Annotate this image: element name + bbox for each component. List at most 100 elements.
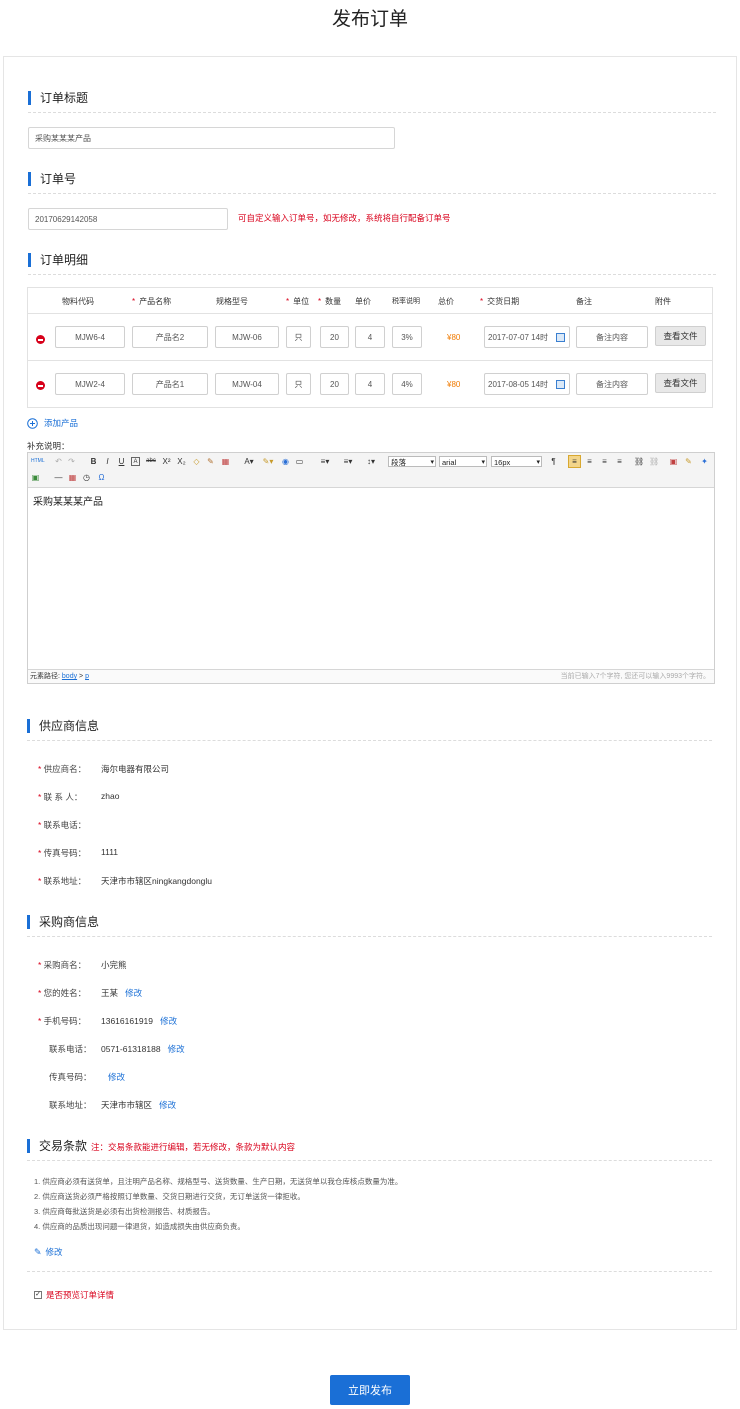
preview-checkbox[interactable]: ✓ (34, 1291, 42, 1299)
paragraph-select[interactable]: 段落 (388, 456, 436, 468)
row1-name-input[interactable]: 产品名2 (132, 326, 208, 348)
autotypeset-icon[interactable]: ▦ (221, 457, 230, 466)
row1-code-input[interactable]: MJW6-4 (55, 326, 125, 348)
edit-mobile-link[interactable]: 修改 (160, 1016, 177, 1026)
edit-terms-label: 修改 (45, 1247, 63, 1257)
link-icon[interactable]: ⛓ (634, 457, 644, 466)
subscript-icon[interactable]: X₂ (177, 457, 186, 466)
remove-row-icon[interactable] (36, 335, 45, 344)
supplier-fax-label: * 传真号码： (38, 848, 87, 858)
remove-row-icon[interactable] (36, 381, 45, 390)
section-title-order-no: 订单号 (28, 172, 76, 186)
undo-icon[interactable]: ↶ (54, 457, 63, 466)
divider (27, 740, 712, 741)
redo-icon[interactable]: ↷ (67, 457, 76, 466)
row2-unit-input[interactable]: 只 (286, 373, 311, 395)
calendar-icon[interactable] (556, 333, 565, 342)
align-left-icon[interactable]: ≡ (568, 455, 581, 468)
edit-person-link[interactable]: 修改 (125, 988, 142, 998)
italic-icon[interactable]: I (103, 457, 112, 466)
row2-note-input[interactable]: 备注内容 (576, 373, 648, 395)
order-title-input[interactable]: 采购某某某产品 (28, 127, 395, 149)
row2-spec-input[interactable]: MJW-04 (215, 373, 279, 395)
attachment-icon[interactable]: ✦ (700, 457, 709, 466)
row2-view-file-button[interactable]: 查看文件 (655, 373, 706, 393)
buyer-person-label: * 您的姓名： (38, 988, 87, 998)
font-color-icon[interactable]: A▾ (242, 457, 256, 466)
row2-name-input[interactable]: 产品名1 (132, 373, 208, 395)
divider (27, 1160, 712, 1161)
row1-unit-input[interactable]: 只 (286, 326, 311, 348)
special-char-icon[interactable]: Ω (97, 473, 106, 482)
align-center-icon[interactable]: ≡ (585, 457, 594, 466)
align-justify-icon[interactable]: ≡ (615, 457, 624, 466)
underline-icon[interactable]: U (117, 457, 126, 466)
row1-price-input[interactable]: 4 (355, 326, 385, 348)
unlink-icon[interactable]: ⛓ (649, 457, 659, 466)
row2-tax-input[interactable]: 4% (392, 373, 422, 395)
edit-phone-link[interactable]: 修改 (168, 1044, 185, 1054)
scrawl-icon[interactable]: ✎ (684, 457, 693, 466)
link-format-icon[interactable]: ◉ (281, 457, 290, 466)
header-tax: 税率说明 (392, 298, 420, 305)
strikethrough-icon[interactable]: abc (145, 457, 157, 466)
edit-terms-link[interactable]: ✎ 修改 (34, 1246, 63, 1258)
edit-address-link[interactable]: 修改 (159, 1100, 176, 1110)
supplier-phone-label: * 联系电话： (38, 820, 87, 830)
superscript-icon[interactable]: X² (162, 457, 171, 466)
align-right-icon[interactable]: ≡ (600, 457, 609, 466)
bold-icon[interactable]: B (89, 457, 98, 466)
date-icon[interactable]: ▦ (68, 473, 77, 482)
html-source-button[interactable]: HTML (31, 457, 45, 466)
order-no-input[interactable]: 20170629142058 (28, 208, 228, 230)
font-border-icon[interactable]: A (131, 457, 140, 466)
direction-icon[interactable]: ¶ (549, 457, 558, 466)
insert-image-icon[interactable]: ▣ (31, 473, 40, 482)
add-product-label: 添加产品 (44, 418, 79, 428)
section-title-terms: 交易条款 (27, 1139, 87, 1153)
row-spacing-icon[interactable]: ↕▾ (364, 457, 378, 466)
order-form-card: 订单标题 采购某某某产品 订单号 20170629142058 可自定义输入订单… (3, 56, 737, 1330)
header-price: 单价 (355, 297, 371, 306)
supplier-name-label: * 供应商名： (38, 764, 87, 774)
row2-price-input[interactable]: 4 (355, 373, 385, 395)
font-family-select[interactable]: arial (439, 456, 487, 468)
preview-checkbox-row[interactable]: ✓ 是否预览订单详情 (34, 1289, 114, 1301)
rich-text-editor: HTML ↶ ↷ B I U A abc X² X₂ ◇ ✎ ▦ A▾ ✎▾ ◉… (27, 452, 715, 684)
time-icon[interactable]: ◷ (82, 473, 91, 482)
back-color-icon[interactable]: ✎▾ (261, 457, 275, 466)
publish-button[interactable]: 立即发布 (330, 1375, 410, 1405)
row1-spec-input[interactable]: MJW-06 (215, 326, 279, 348)
add-product-link[interactable]: 添加产品 (27, 417, 78, 429)
row2-code-input[interactable]: MJW2-4 (55, 373, 125, 395)
row2-qty-input[interactable]: 20 (320, 373, 349, 395)
row1-qty-input[interactable]: 20 (320, 326, 349, 348)
font-size-select[interactable]: 16px (491, 456, 542, 468)
editor-content[interactable]: 采购某某某产品 (33, 493, 103, 508)
pencil-icon: ✎ (34, 1246, 42, 1257)
eraser-icon[interactable]: ◇ (192, 457, 201, 466)
supplier-address-value: 天津市市辖区ningkangdonglu (101, 876, 213, 886)
image-icon[interactable]: ▣ (669, 457, 678, 466)
row1-note-input[interactable]: 备注内容 (576, 326, 648, 348)
add-circle-icon (27, 417, 38, 429)
divider (28, 112, 716, 113)
preview-label: 是否预览订单详情 (46, 1290, 115, 1300)
supplier-contact-value: zhao (101, 791, 120, 801)
buyer-name-label: * 采购商名： (38, 960, 87, 970)
path-body-link[interactable]: body (62, 673, 77, 680)
paste-plain-icon[interactable]: ▭ (295, 457, 304, 466)
line-height-icon[interactable]: ≡▾ (318, 457, 332, 466)
row1-view-file-button[interactable]: 查看文件 (655, 326, 706, 346)
format-brush-icon[interactable]: ✎ (206, 457, 215, 466)
edit-fax-link[interactable]: 修改 (108, 1072, 125, 1082)
row1-tax-input[interactable]: 3% (392, 326, 422, 348)
path-p-link[interactable]: p (85, 673, 89, 680)
horizontal-rule-icon[interactable]: — (54, 473, 63, 482)
buyer-mobile-value: 13616161919 修改 (101, 1016, 178, 1026)
header-total: 总价 (438, 297, 454, 306)
calendar-icon[interactable] (556, 380, 565, 389)
paragraph-spacing-icon[interactable]: ≡▾ (341, 457, 355, 466)
buyer-fax-value: 修改 (108, 1071, 125, 1083)
divider (27, 936, 712, 937)
